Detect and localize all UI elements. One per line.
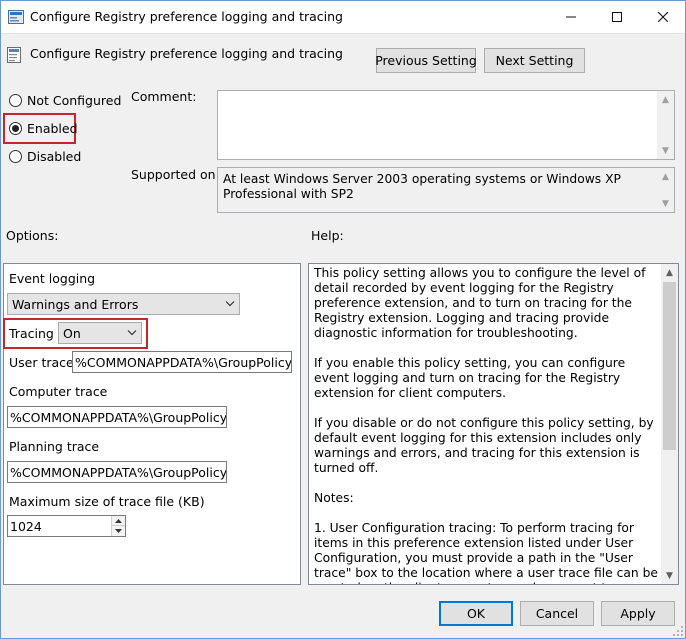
scroll-down-icon[interactable]: ▼ bbox=[657, 195, 674, 212]
computer-trace-label: Computer trace bbox=[9, 384, 108, 399]
close-button[interactable] bbox=[640, 0, 686, 34]
maximize-icon bbox=[612, 12, 622, 22]
window-title: Configure Registry preference logging an… bbox=[30, 9, 343, 24]
help-scrollbar[interactable]: ▲ ▼ bbox=[661, 264, 678, 584]
comment-scrollbar[interactable]: ▲ ▼ bbox=[657, 91, 674, 159]
help-paragraph: If you disable or do not configure this … bbox=[314, 416, 654, 475]
radio-circle-selected bbox=[9, 122, 22, 135]
help-text: This policy setting allows you to config… bbox=[314, 266, 658, 584]
stepper-buttons[interactable] bbox=[111, 516, 125, 536]
minimize-icon bbox=[566, 16, 576, 18]
decrement-icon[interactable] bbox=[112, 526, 125, 535]
planning-trace-input[interactable]: %COMMONAPPDATA%\GroupPolicy\Pr bbox=[7, 461, 227, 483]
scroll-down-icon[interactable]: ▼ bbox=[657, 142, 674, 159]
comment-textarea[interactable]: ▲ ▼ bbox=[217, 90, 675, 160]
event-logging-dropdown[interactable]: Warnings and Errors bbox=[7, 293, 240, 315]
close-icon bbox=[658, 12, 668, 22]
event-logging-value: Warnings and Errors bbox=[12, 296, 139, 312]
not-configured-radio[interactable]: Not Configured bbox=[9, 93, 121, 108]
policy-document-icon bbox=[7, 47, 21, 63]
radio-circle bbox=[9, 94, 22, 107]
supported-scrollbar[interactable]: ▲ ▼ bbox=[657, 168, 674, 212]
help-panel: This policy setting allows you to config… bbox=[308, 263, 679, 585]
help-paragraph: Notes: bbox=[314, 491, 354, 505]
policy-setting-icon bbox=[8, 10, 24, 24]
not-configured-label: Not Configured bbox=[27, 93, 122, 108]
scroll-thumb[interactable] bbox=[663, 282, 676, 450]
maximize-button[interactable] bbox=[594, 0, 640, 34]
comment-value bbox=[218, 91, 674, 97]
setting-title: Configure Registry preference logging an… bbox=[30, 46, 343, 61]
cancel-button[interactable]: Cancel bbox=[520, 601, 594, 626]
increment-icon[interactable] bbox=[112, 516, 125, 526]
scroll-down-icon[interactable]: ▼ bbox=[661, 567, 678, 584]
max-size-value: 1024 bbox=[10, 518, 42, 534]
radio-circle bbox=[9, 150, 22, 163]
next-setting-button[interactable]: Next Setting bbox=[484, 48, 585, 73]
disabled-radio[interactable]: Disabled bbox=[9, 149, 81, 164]
minimize-button[interactable] bbox=[548, 0, 594, 34]
chevron-down-icon bbox=[127, 328, 137, 339]
previous-setting-button[interactable]: Previous Setting bbox=[375, 48, 477, 73]
options-label: Options: bbox=[6, 228, 59, 243]
scroll-up-icon[interactable]: ▲ bbox=[661, 264, 678, 281]
supported-on-box: At least Windows Server 2003 operating s… bbox=[217, 167, 675, 213]
help-label: Help: bbox=[311, 228, 344, 243]
apply-button[interactable]: Apply bbox=[601, 601, 675, 626]
comment-label: Comment: bbox=[131, 89, 197, 104]
user-trace-label: User trace bbox=[9, 355, 74, 370]
event-logging-label: Event logging bbox=[9, 271, 96, 286]
scroll-up-icon[interactable]: ▲ bbox=[657, 91, 674, 108]
resize-grip-icon[interactable] bbox=[672, 625, 684, 637]
planning-trace-label: Planning trace bbox=[9, 439, 100, 454]
computer-trace-input[interactable]: %COMMONAPPDATA%\GroupPolicy\Pr bbox=[7, 406, 227, 428]
help-paragraph: This policy setting allows you to config… bbox=[314, 266, 646, 340]
help-paragraph: 1. User Configuration tracing: To perfor… bbox=[314, 521, 658, 584]
disabled-label: Disabled bbox=[27, 149, 82, 164]
ok-button[interactable]: OK bbox=[439, 601, 513, 626]
user-trace-input[interactable]: %COMMONAPPDATA%\GroupPolicy\Pr bbox=[72, 351, 292, 373]
tracing-dropdown[interactable]: On bbox=[58, 322, 142, 344]
chevron-down-icon bbox=[225, 299, 235, 310]
scroll-up-icon[interactable]: ▲ bbox=[657, 168, 674, 185]
enabled-radio[interactable]: Enabled bbox=[9, 121, 78, 136]
max-size-label: Maximum size of trace file (KB) bbox=[9, 494, 205, 509]
title-bar: Configure Registry preference logging an… bbox=[0, 0, 686, 34]
max-size-stepper[interactable]: 1024 bbox=[7, 515, 126, 537]
tracing-label: Tracing bbox=[9, 326, 54, 341]
help-paragraph: If you enable this policy setting, you c… bbox=[314, 356, 626, 400]
enabled-label: Enabled bbox=[27, 121, 78, 136]
supported-on-text: At least Windows Server 2003 operating s… bbox=[223, 172, 621, 201]
supported-on-label: Supported on: bbox=[131, 167, 220, 182]
tracing-value: On bbox=[63, 325, 81, 341]
